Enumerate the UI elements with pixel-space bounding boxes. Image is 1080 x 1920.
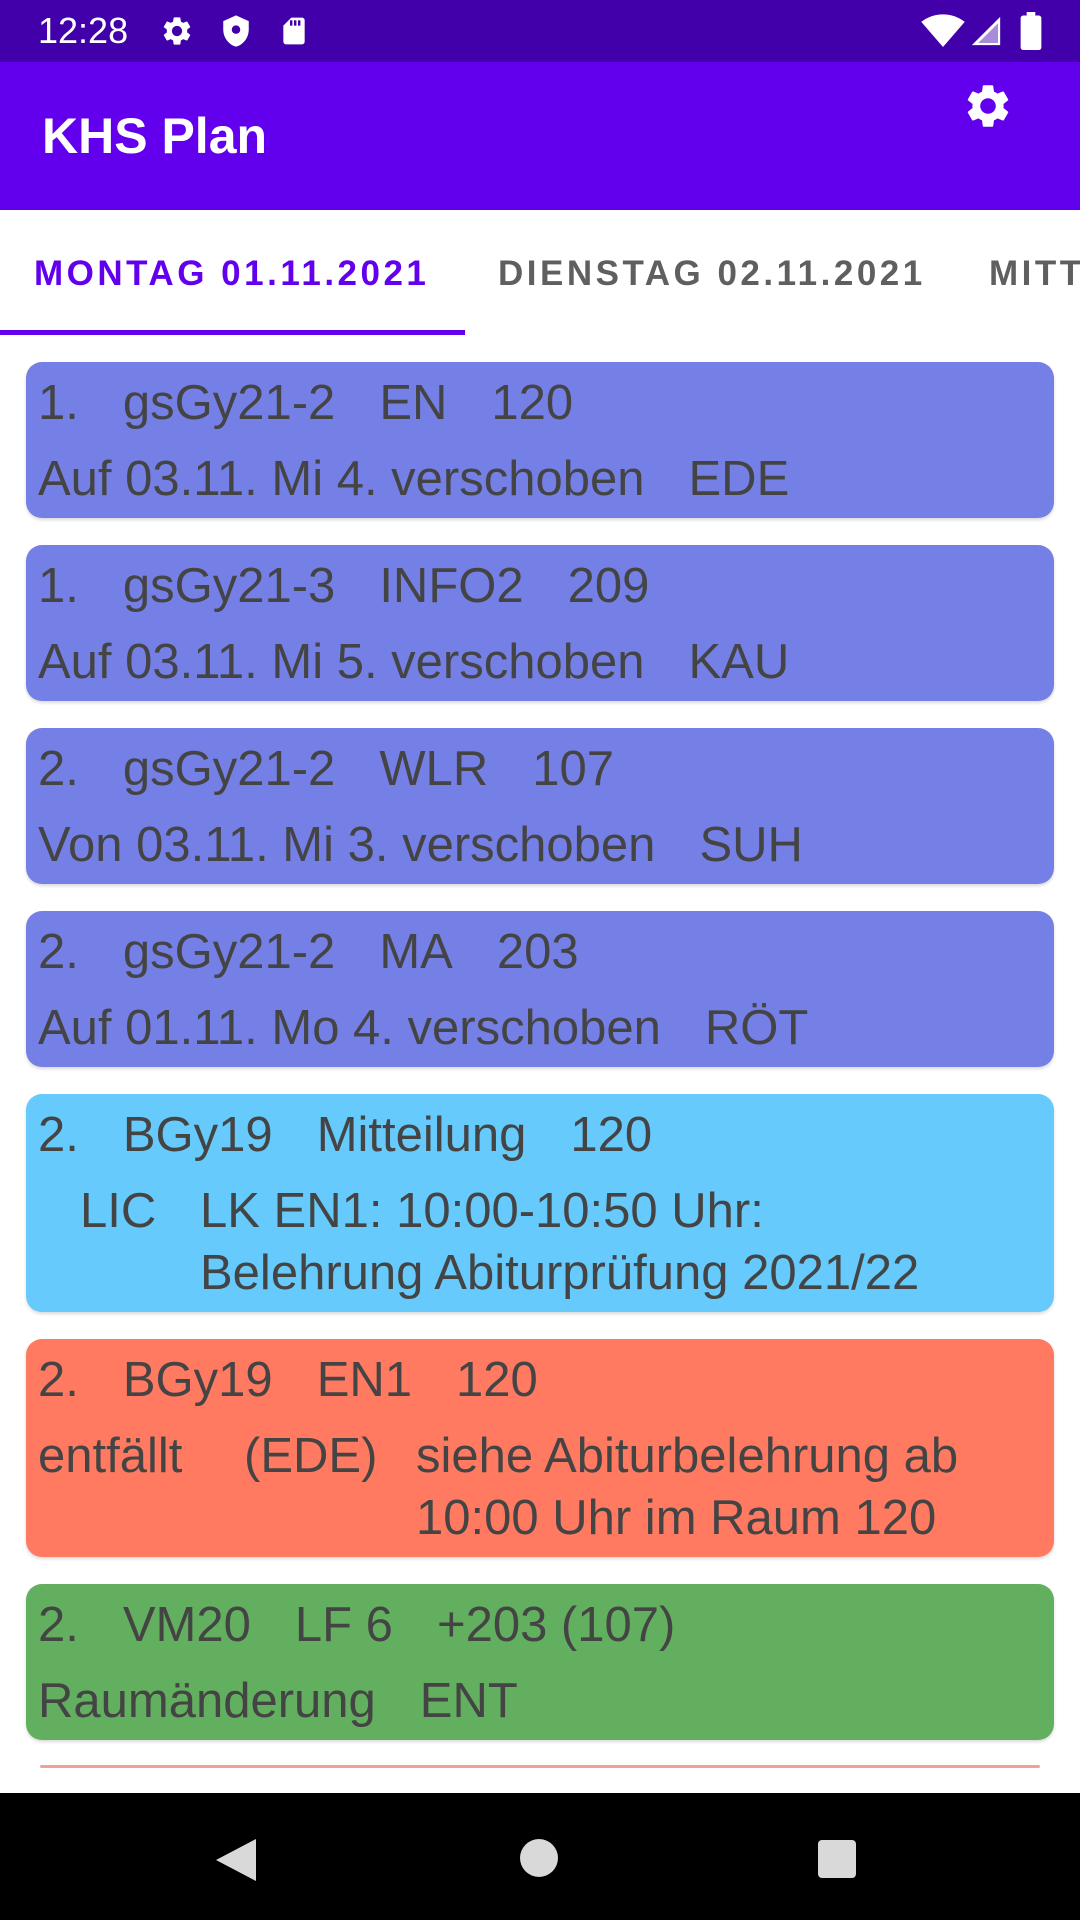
shield-icon bbox=[219, 14, 253, 53]
list-item[interactable]: 2. VM20 LF 6 +203 (107) Raumänderung ENT bbox=[26, 1584, 1054, 1740]
entry-hour: 2. bbox=[38, 925, 79, 979]
entry-header: 1. gsGy21-2 EN 120 bbox=[38, 372, 573, 434]
substitution-list: 1. gsGy21-2 EN 120 Auf 03.11. Mi 4. verscho… bbox=[0, 335, 1080, 1793]
entry-teacher: RÖT bbox=[704, 1001, 809, 1055]
entry-subject: INFO2 bbox=[379, 559, 524, 613]
entry-header: 1. gsGy21-3 INFO2 209 bbox=[38, 555, 649, 617]
entry-info: Auf 01.11. Mo 4. verschoben bbox=[38, 1001, 661, 1055]
entry-header: 2. BGy19 Mitteilung 120 bbox=[38, 1104, 652, 1166]
home-icon[interactable] bbox=[519, 1838, 559, 1883]
entry-class: gsGy21-2 bbox=[122, 742, 336, 796]
entry-header: 2. gsGy21-2 MA 203 bbox=[38, 921, 579, 983]
entry-subject: Mitteilung bbox=[316, 1108, 527, 1162]
app-title: KHS Plan bbox=[42, 108, 268, 164]
app-bar: KHS Plan bbox=[0, 62, 1080, 210]
entry-note-line1: siehe Abiturbelehrung ab bbox=[416, 1429, 959, 1483]
gear-icon bbox=[967, 85, 1009, 127]
entry-class: BGy19 bbox=[122, 1108, 273, 1162]
entry-class: gsGy21-2 bbox=[122, 925, 336, 979]
entry-details: Auf 01.11. Mo 4. verschoben RÖT bbox=[38, 997, 808, 1059]
entry-details: Raumänderung ENT bbox=[38, 1670, 518, 1732]
entry-hour: 2. bbox=[38, 1598, 79, 1652]
entry-header: 2. BGy19 EN1 120 bbox=[38, 1349, 538, 1411]
list-item[interactable]: 1. gsGy21-3 INFO2 209 Auf 03.11. Mi 5. vers… bbox=[26, 545, 1054, 701]
entry-details: Auf 03.11. Mi 4. verschoben EDE bbox=[38, 448, 789, 510]
entry-info: entfällt bbox=[38, 1429, 183, 1483]
entry-room: 120 bbox=[456, 1353, 538, 1407]
next-list-item-edge bbox=[40, 1765, 1040, 1768]
battery-icon bbox=[1020, 12, 1042, 55]
signal-icon bbox=[968, 14, 1004, 53]
list-item[interactable]: 2. BGy19 Mitteilung 120 LIC LK EN1: 10:00-1… bbox=[26, 1094, 1054, 1312]
entry-room: 209 bbox=[567, 559, 650, 613]
status-bar: 12:28 bbox=[0, 0, 1080, 62]
entry-note-line1: LK EN1: 10:00-10:50 Uhr: bbox=[200, 1184, 764, 1238]
entry-hour: 1. bbox=[38, 376, 79, 430]
day-tabs: MONTAG 01.11.2021 DIENSTAG 02.11.2021 MI… bbox=[0, 210, 1080, 335]
entry-room: 107 bbox=[532, 742, 614, 796]
tab-tuesday[interactable]: DIENSTAG 02.11.2021 bbox=[498, 210, 926, 335]
entry-info: Auf 03.11. Mi 5. verschoben bbox=[38, 635, 645, 689]
entry-teacher: (EDE) bbox=[244, 1429, 378, 1483]
entry-room: 120 bbox=[491, 376, 574, 430]
entry-hour: 2. bbox=[38, 1108, 79, 1162]
sd-card-icon bbox=[278, 14, 310, 53]
entry-details: Von 03.11. Mi 3. verschoben SUH bbox=[38, 814, 803, 876]
entry-teacher: ENT bbox=[419, 1674, 518, 1728]
entry-subject: EN1 bbox=[316, 1353, 413, 1407]
entry-subject: WLR bbox=[379, 742, 489, 796]
list-item[interactable]: 1. gsGy21-2 EN 120 Auf 03.11. Mi 4. verscho… bbox=[26, 362, 1054, 518]
list-item[interactable]: 2. gsGy21-2 MA 203 Auf 01.11. Mo 4. verscho… bbox=[26, 911, 1054, 1067]
tab-wednesday[interactable]: MITTWOCH 03.11.2021 bbox=[989, 210, 1080, 335]
entry-details: Auf 03.11. Mi 5. verschoben KAU bbox=[38, 631, 789, 693]
entry-info: Raumänderung bbox=[38, 1674, 376, 1728]
entry-hour: 2. bbox=[38, 742, 79, 796]
entry-teacher: KAU bbox=[688, 635, 790, 689]
entry-room: 203 bbox=[496, 925, 579, 979]
entry-class: gsGy21-2 bbox=[122, 376, 336, 430]
entry-note-line2: 10:00 Uhr im Raum 120 bbox=[416, 1491, 937, 1545]
entry-subject: LF 6 bbox=[294, 1598, 393, 1652]
entry-info: Von 03.11. Mi 3. verschoben bbox=[38, 818, 656, 872]
entry-subject: EN bbox=[379, 376, 448, 430]
entry-hour: 2. bbox=[38, 1353, 79, 1407]
list-item[interactable]: 2. BGy19 EN1 120 entfällt (EDE) siehe Abitu… bbox=[26, 1339, 1054, 1557]
back-icon[interactable] bbox=[214, 1837, 258, 1888]
entry-info: Auf 03.11. Mi 4. verschoben bbox=[38, 452, 645, 506]
gear-icon bbox=[160, 14, 194, 53]
entry-teacher: EDE bbox=[688, 452, 790, 506]
recents-icon[interactable] bbox=[817, 1839, 857, 1884]
entry-class: BGy19 bbox=[122, 1353, 273, 1407]
navigation-bar bbox=[0, 1793, 1080, 1920]
entry-teacher: SUH bbox=[699, 818, 803, 872]
entry-note-line2: Belehrung Abiturprüfung 2021/22 bbox=[200, 1246, 920, 1300]
list-item[interactable]: 2. gsGy21-2 WLR 107 Von 03.11. Mi 3. versch… bbox=[26, 728, 1054, 884]
entry-teacher: LIC bbox=[80, 1184, 157, 1238]
entry-room: 120 bbox=[570, 1108, 653, 1162]
entry-header: 2. VM20 LF 6 +203 (107) bbox=[38, 1594, 675, 1656]
entry-hour: 1. bbox=[38, 559, 79, 613]
status-time: 12:28 bbox=[38, 10, 129, 51]
entry-header: 2. gsGy21-2 WLR 107 bbox=[38, 738, 614, 800]
entry-room: +203 (107) bbox=[436, 1598, 676, 1652]
tab-monday[interactable]: MONTAG 01.11.2021 bbox=[34, 210, 429, 335]
entry-subject: MA bbox=[379, 925, 453, 979]
entry-class: VM20 bbox=[122, 1598, 251, 1652]
entry-class: gsGy21-3 bbox=[122, 559, 336, 613]
wifi-icon bbox=[920, 14, 966, 53]
